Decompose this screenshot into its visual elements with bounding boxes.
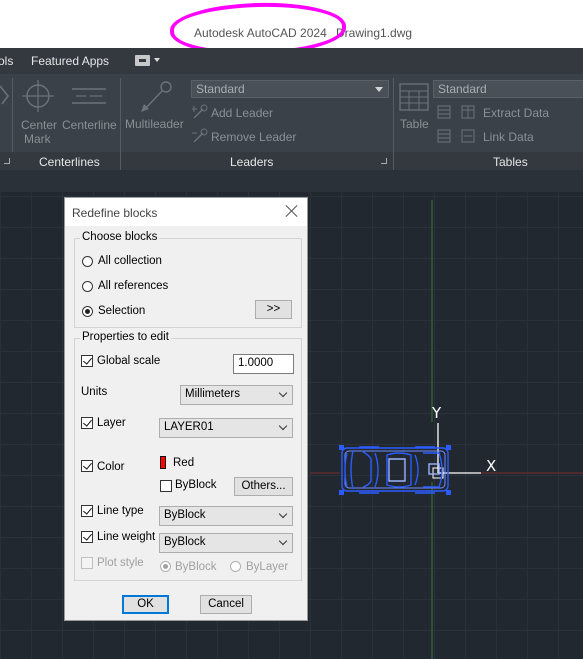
chevron-down-icon [278,421,288,431]
extract-data-label[interactable]: Extract Data [483,106,549,120]
add-leader-label[interactable]: Add Leader [211,106,273,120]
chevron-down-icon [278,509,288,519]
table-label[interactable]: Table [400,117,429,131]
tab-partial[interactable]: ols [0,54,13,68]
chevron-down-icon [375,87,383,92]
table-style-select[interactable]: Standard [433,80,583,98]
pick-blocks-button[interactable]: >> [255,300,292,319]
global-scale-checkbox[interactable] [81,355,93,367]
units-select[interactable]: Millimeters [180,385,293,405]
plotstyle-bylayer-label: ByLayer [246,561,289,573]
color-checkbox[interactable] [81,460,93,472]
all-references-label[interactable]: All references [98,280,168,292]
plotstyle-checkbox [81,557,93,569]
lineweight-label[interactable]: Line weight [97,531,155,543]
units-label: Units [81,386,108,398]
link-data-label[interactable]: Link Data [483,130,534,144]
global-scale-input[interactable]: 1.0000 [233,354,294,374]
panel-expand-icon[interactable] [381,158,387,164]
centerline-icon[interactable] [72,86,106,106]
tables-panel-title: Tables [493,155,528,169]
leader-style-select[interactable]: Standard [191,80,389,98]
title-bar: Autodesk AutoCAD 2024 Drawing1.dwg [0,0,583,58]
leader-style-value: Standard [196,82,245,96]
ok-button[interactable]: OK [122,595,169,614]
plotstyle-bylayer-radio [230,561,241,572]
remove-leader-icon[interactable] [192,128,208,144]
link-data-icon[interactable] [437,128,477,144]
color-label[interactable]: Color [97,461,124,473]
tab-featured-apps[interactable]: Featured Apps [31,54,109,68]
dialog-header: Redefine blocks [65,198,307,226]
panel-expand-icon[interactable] [4,158,10,164]
chevron-down-icon [278,536,288,546]
plotstyle-label: Plot style [97,557,144,569]
color-swatch [160,456,166,469]
leaders-panel-title: Leaders [230,155,274,169]
layer-label[interactable]: Layer [97,417,126,429]
color-value: Red [173,457,195,469]
units-value: Millimeters [185,388,240,400]
panel-separator [393,152,394,170]
panel-separator [120,152,121,170]
properties-label: Properties to edit [80,331,171,343]
linetype-select[interactable]: ByBlock [159,506,293,526]
linetype-checkbox[interactable] [81,505,93,517]
multileader-icon[interactable] [138,80,174,114]
selection-radio[interactable] [82,306,93,317]
table-icon[interactable] [399,83,429,111]
ribbon-tab-row: ols Featured Apps [0,48,583,74]
multileader-label[interactable]: Multileader [125,117,184,131]
lineweight-value: ByBlock [164,536,206,548]
linetype-value: ByBlock [164,509,206,521]
lineweight-select[interactable]: ByBlock [159,533,293,553]
lineweight-checkbox[interactable] [81,531,93,543]
partial-tool-icon [0,85,9,105]
centerline-label[interactable]: Centerline [62,118,117,132]
all-references-radio[interactable] [82,281,93,292]
layer-value: LAYER01 [164,421,214,433]
selection-label[interactable]: Selection [98,305,145,317]
centerlines-panel-title: Centerlines [39,155,100,169]
file-name: Drawing1.dwg [336,26,413,40]
center-mark-icon[interactable] [22,80,54,112]
linetype-label[interactable]: Line type [97,505,144,517]
cancel-button[interactable]: Cancel [200,595,252,614]
dialog-title: Redefine blocks [72,206,158,220]
add-leader-icon[interactable] [192,104,208,120]
file-tab-bar [0,170,583,192]
extract-data-icon[interactable] [437,104,477,120]
byblock-label[interactable]: ByBlock [175,479,217,491]
center-mark-label-1[interactable]: Center [21,118,57,132]
byblock-checkbox[interactable] [160,480,172,492]
dropdown-arrow-icon [154,58,160,62]
global-scale-label[interactable]: Global scale [97,355,160,367]
layer-select[interactable]: LAYER01 [159,418,293,438]
ucs-y-label: Y [432,404,442,422]
ucs-x-label: X [486,457,497,475]
choose-blocks-label: Choose blocks [80,231,160,243]
selected-car-block[interactable] [339,445,451,495]
all-collection-radio[interactable] [82,256,93,267]
close-icon[interactable] [285,204,299,218]
tab-overflow-dropdown[interactable] [135,55,161,68]
all-collection-label[interactable]: All collection [98,255,162,267]
center-mark-label-2[interactable]: Mark [24,132,51,146]
table-style-value: Standard [438,82,487,96]
layer-checkbox[interactable] [81,417,93,429]
others-button[interactable]: Others... [234,477,293,496]
plotstyle-byblock-label: ByBlock [175,561,217,573]
chevron-down-icon [278,388,288,398]
plotstyle-byblock-radio [160,561,171,572]
redefine-blocks-dialog: Redefine blocks Choose blocks All collec… [64,197,308,621]
remove-leader-label[interactable]: Remove Leader [211,130,296,144]
panel-toggle-icon [135,55,150,66]
